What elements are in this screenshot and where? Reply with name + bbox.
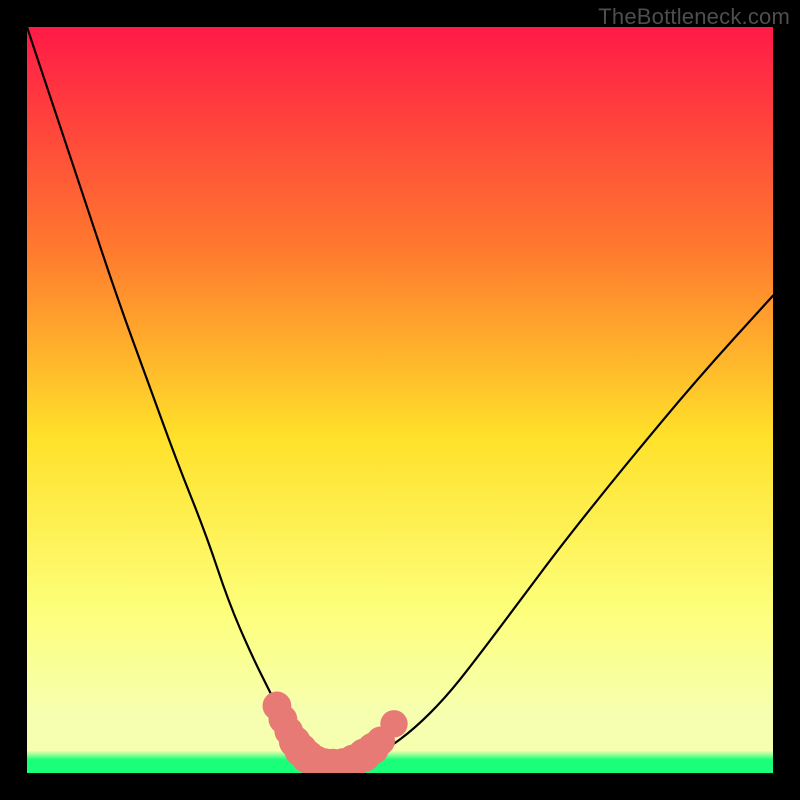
chart-frame: TheBottleneck.com — [0, 0, 800, 800]
bottleneck-chart — [27, 27, 773, 773]
watermark-text: TheBottleneck.com — [598, 4, 790, 30]
gradient-background — [27, 27, 773, 773]
plot-area — [27, 27, 773, 773]
data-marker — [380, 710, 407, 737]
